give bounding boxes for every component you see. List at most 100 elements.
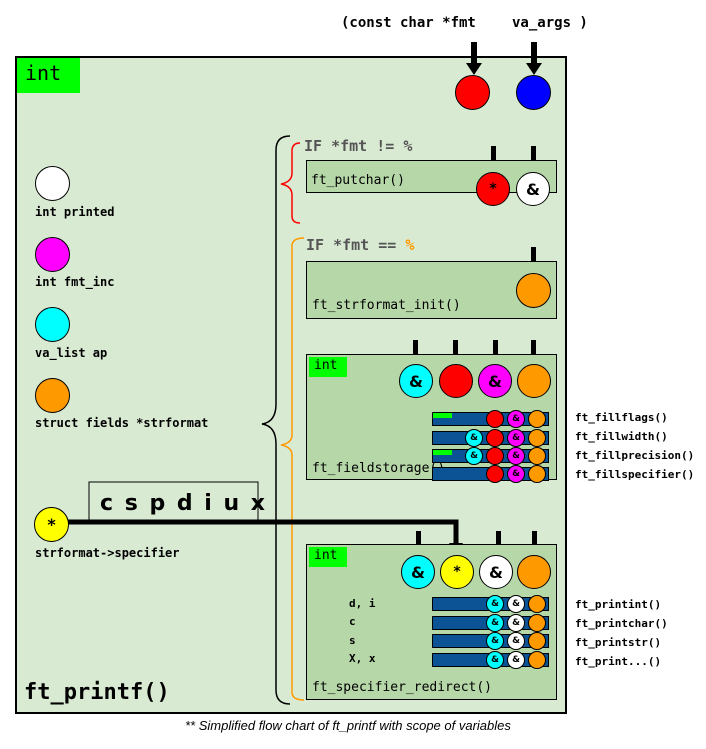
ff-fmt-circle [486,410,504,428]
printed-circle [35,166,70,201]
redirect-label: ft_specifier_redirect() [312,680,493,695]
fs-fmt-circle [439,364,473,398]
star-symbol: * [453,564,461,580]
fp-strformat-circle [528,447,546,465]
pi-ap-circle: & [486,595,504,613]
fp-fmt-circle [486,447,504,465]
rd-specifier-circle: * [440,555,474,589]
rd-strformat-circle [517,555,551,589]
ps-strformat-circle [528,632,546,650]
branch-ne-prefix: IF *fmt != [304,137,404,155]
star-symbol: * [47,515,56,534]
var-specifier: strformat->specifier [35,546,180,560]
putchar-fmt-circle: * [476,172,510,206]
fill-precision-int-tag [433,450,452,455]
va-args-circle [516,75,551,110]
fmt-circle [455,75,490,110]
amp-symbol: & [526,179,540,199]
putchar-label: ft_putchar() [311,173,405,188]
ps-printed-circle: & [507,632,525,650]
fs-fmt-inc-sub-circle: & [507,465,525,483]
redirect-return-tag: int [309,547,347,567]
amp-symbol: & [491,618,499,628]
pc-printed-circle: & [507,614,525,632]
amp-symbol: & [512,636,520,646]
target-printstr: ft_printstr() [575,636,662,649]
target-printchar: ft_printchar() [575,617,668,630]
ff-strformat-circle [528,410,546,428]
strformat-circle [35,378,70,413]
amp-symbol: & [512,469,520,479]
fieldstorage-label: ft_fieldstorage() [312,461,446,476]
amp-symbol: & [512,599,520,609]
subcall-fillflags: ft_fillflags() [575,411,668,424]
amp-symbol: & [491,636,499,646]
specifier-route-line [60,519,459,545]
po-ap-circle: & [486,651,504,669]
strformat-init-label: ft_strformat_init() [312,298,461,313]
amp-symbol: & [470,451,478,461]
target-printint: ft_printint() [575,598,662,611]
var-printed: int printed [35,205,115,219]
pc-strformat-circle [528,614,546,632]
ps-ap-circle: & [486,632,504,650]
amp-symbol: & [512,655,520,665]
branch-eq-brace [280,237,305,701]
branch-eq-symbol: % [405,236,415,254]
subcall-fillspecifier: ft_fillspecifier() [575,468,695,481]
pc-ap-circle: & [486,614,504,632]
fw-fmt-circle [486,429,504,447]
branch-ne-symbol: % [403,137,413,155]
route-c: c [349,615,356,628]
fill-flags-int-tag [433,413,452,418]
ff-fmt-inc-circle: & [507,410,525,428]
var-ap: va_list ap [35,346,108,360]
specifier-circle: * [34,507,69,542]
fieldstorage-return-tag: int [309,357,347,377]
branch-not-percent: IF *fmt != % [304,137,412,155]
branch-ne-brace [280,142,301,224]
amp-symbol: & [489,562,503,582]
rd-ap-circle: & [401,555,435,589]
branch-eq-prefix: IF *fmt == [306,236,406,254]
va-args-input-arrow [526,42,542,75]
fw-ap-circle: & [465,429,483,447]
amp-symbol: & [491,599,499,609]
subcall-fillwidth: ft_fillwidth() [575,430,668,443]
specifier-set: c s p d i u x [100,491,266,516]
fmt-inc-circle [35,237,70,272]
pi-strformat-circle [528,595,546,613]
star-symbol: * [489,181,497,197]
caption: ** Simplified flow chart of ft_printf wi… [185,718,511,733]
route-xx: X, x [349,652,376,665]
amp-symbol: & [409,371,423,391]
route-s: s [349,634,356,647]
subcall-fillprecision: ft_fillprecision() [575,449,695,462]
amp-symbol: & [491,655,499,665]
fs-strformat-sub-circle [528,465,546,483]
fs-fmt-sub-circle [486,465,504,483]
fw-strformat-circle [528,429,546,447]
fp-ap-circle: & [465,447,483,465]
var-strformat: struct fields *strformat [35,416,209,430]
fs-strformat-circle [517,364,551,398]
putchar-printed-circle: & [516,172,550,206]
fp-fmt-inc-circle: & [507,447,525,465]
fs-ap-circle: & [399,364,433,398]
fs-fmt-inc-circle: & [478,364,512,398]
ap-circle [35,307,70,342]
po-printed-circle: & [507,651,525,669]
amp-symbol: & [488,371,502,391]
target-printother: ft_print...() [575,655,662,668]
fw-fmt-inc-circle: & [507,429,525,447]
scope-brace [261,135,291,705]
pi-printed-circle: & [507,595,525,613]
rd-printed-circle: & [479,555,513,589]
amp-symbol: & [512,433,520,443]
amp-symbol: & [512,618,520,628]
amp-symbol: & [512,414,520,424]
var-fmt-inc: int fmt_inc [35,275,115,289]
fmt-input-arrow [466,42,482,75]
init-strformat-circle [516,273,551,308]
route-di: d, i [349,597,376,610]
